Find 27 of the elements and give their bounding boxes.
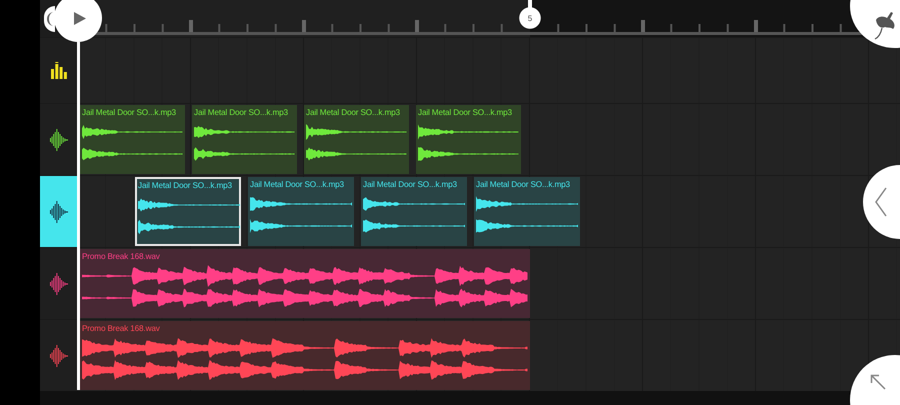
audio-clip[interactable]: Jail Metal Door SO...k.mp3 <box>304 105 409 174</box>
audio-clip[interactable]: Promo Break 168.wav <box>80 249 530 318</box>
audio-clip[interactable]: Jail Metal Door SO...k.mp3 <box>248 177 354 246</box>
chevron-left-icon <box>875 187 887 217</box>
audio-clip[interactable]: Jail Metal Door SO...k.mp3 <box>135 177 241 246</box>
audio-clip[interactable]: Jail Metal Door SO...k.mp3 <box>416 105 521 174</box>
audio-clip[interactable]: Jail Metal Door SO...k.mp3 <box>192 105 297 174</box>
mixer-icon <box>51 62 67 79</box>
waveform-icon <box>50 200 68 222</box>
clip-name: Promo Break 168.wav <box>82 323 160 334</box>
timeline-marker[interactable]: 5 <box>519 0 541 29</box>
clip-name: Jail Metal Door SO...k.mp3 <box>82 107 176 118</box>
clip-name: Jail Metal Door SO...k.mp3 <box>138 180 232 191</box>
audio-clip[interactable]: Promo Break 168.wav <box>80 321 530 390</box>
clip-name: Jail Metal Door SO...k.mp3 <box>418 107 512 118</box>
crescent-icon <box>47 12 54 26</box>
clip-name: Jail Metal Door SO...k.mp3 <box>194 107 288 118</box>
audio-clip[interactable]: Jail Metal Door SO...k.mp3 <box>474 177 580 246</box>
play-icon <box>74 12 86 24</box>
clip-name: Jail Metal Door SO...k.mp3 <box>363 179 457 190</box>
clip-name: Promo Break 168.wav <box>82 251 160 262</box>
clip-name: Jail Metal Door SO...k.mp3 <box>476 179 570 190</box>
arrow-up-left-icon <box>870 374 886 390</box>
clip-name: Jail Metal Door SO...k.mp3 <box>306 107 400 118</box>
clip-name: Jail Metal Door SO...k.mp3 <box>250 179 344 190</box>
audio-clip[interactable]: Jail Metal Door SO...k.mp3 <box>80 105 185 174</box>
audio-clip[interactable]: Jail Metal Door SO...k.mp3 <box>361 177 467 246</box>
